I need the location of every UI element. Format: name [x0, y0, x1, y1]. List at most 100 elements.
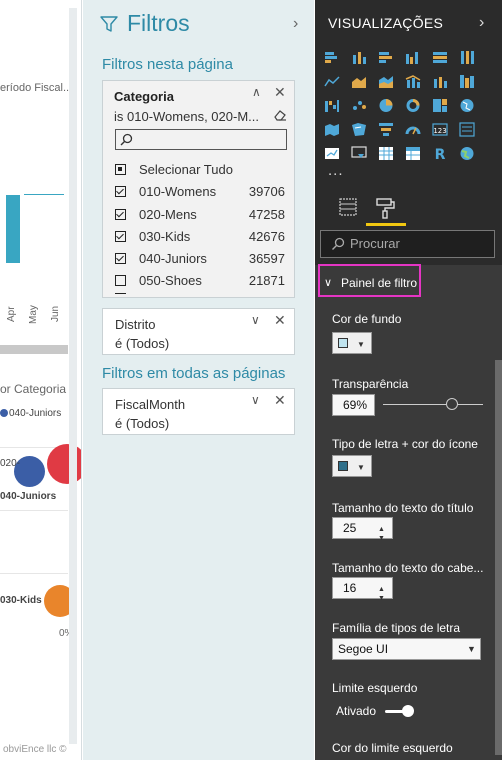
waterfall-icon[interactable] — [324, 98, 340, 113]
area-chart-icon[interactable] — [351, 74, 367, 89]
more-visuals-icon[interactable]: ... — [328, 162, 344, 179]
kpi-icon[interactable] — [324, 146, 340, 161]
chevron-down-icon[interactable]: ∨ — [324, 276, 332, 289]
transparency-label: Transparência — [332, 377, 409, 391]
checkbox-checked[interactable] — [115, 185, 126, 197]
fields-tab-icon[interactable] — [339, 198, 357, 216]
transparency-input[interactable]: 69% — [332, 394, 375, 416]
funnel-chart-icon[interactable] — [378, 122, 394, 137]
ribbon-chart-icon[interactable] — [459, 74, 475, 89]
close-icon[interactable]: ✕ — [274, 392, 286, 409]
checkbox-checked[interactable] — [115, 230, 126, 242]
option-count: 21871 — [248, 272, 285, 288]
table-icon[interactable] — [378, 146, 394, 161]
visual-type-gallery: 123 R — [324, 50, 478, 163]
clustered-bar-icon[interactable] — [378, 50, 394, 65]
filled-map-icon[interactable] — [324, 122, 340, 137]
filter-card-fiscalmonth[interactable]: FiscalMonth ∨ ✕ é (Todos) — [102, 388, 295, 435]
checkbox-cut-off — [115, 293, 126, 296]
line-chart-icon[interactable] — [324, 74, 340, 89]
left-border-label: Limite esquerdo — [332, 681, 418, 695]
gauge-icon[interactable] — [405, 122, 421, 137]
header-text-size-stepper[interactable]: 16 ▲ ▼ — [332, 577, 393, 602]
scatter-icon[interactable] — [351, 98, 367, 113]
close-icon[interactable]: ✕ — [274, 312, 286, 329]
header-text-size-label: Tamanho do texto do cabe... — [332, 561, 484, 575]
donut-icon[interactable] — [405, 98, 421, 113]
bubble-label-020: 020- — [0, 458, 21, 469]
format-search-input[interactable] — [320, 230, 495, 258]
r-script-icon[interactable]: R — [432, 146, 448, 163]
slicer-icon[interactable] — [351, 146, 367, 161]
shape-map-icon[interactable] — [351, 122, 367, 137]
legend-dot-icon — [0, 409, 8, 417]
legend-item: 040-Juniors — [0, 408, 61, 419]
panel-header-label[interactable]: Painel de filtro — [341, 276, 417, 290]
chart-horizontal-scrollbar[interactable] — [0, 345, 68, 354]
filter-search-input[interactable] — [115, 129, 287, 150]
option-count: 39706 — [248, 183, 285, 199]
canvas-vertical-scrollbar[interactable] — [69, 8, 77, 744]
collapse-chevron-up-icon[interactable]: ∧ — [252, 85, 261, 99]
treemap-icon[interactable] — [432, 98, 448, 113]
globe-icon[interactable] — [459, 146, 475, 161]
collapse-chevron-icon[interactable]: › — [479, 14, 484, 32]
map-icon[interactable] — [459, 98, 475, 113]
eraser-icon[interactable] — [273, 108, 287, 122]
stacked-bar-icon[interactable] — [324, 50, 340, 65]
font-color-picker[interactable]: ▼ — [332, 455, 372, 477]
100-stacked-bar-icon[interactable] — [432, 50, 448, 65]
option-label: Selecionar Tudo — [139, 161, 233, 177]
background-color-picker[interactable]: ▼ — [332, 332, 372, 354]
checkbox-unchecked[interactable] — [115, 274, 126, 286]
chart-bar[interactable] — [6, 195, 20, 263]
format-paint-roller-icon[interactable] — [374, 196, 398, 220]
title-text-size-stepper[interactable]: 25 ▲ ▼ — [332, 517, 393, 542]
checkbox-checked[interactable] — [115, 208, 126, 220]
collapse-chevron-icon[interactable]: › — [293, 15, 298, 33]
filter-option-030-kids[interactable]: 030-Kids 42676 — [115, 226, 285, 246]
section-page-filters: Filtros nesta página — [102, 56, 233, 73]
100-stacked-column-icon[interactable] — [459, 50, 475, 65]
filters-title: Filtros — [127, 10, 190, 36]
filter-card-distrito[interactable]: Distrito ∨ ✕ é (Todos) — [102, 308, 295, 355]
option-label: 030-Kids — [139, 228, 191, 244]
expand-chevron-down-icon[interactable]: ∨ — [251, 313, 260, 327]
close-icon[interactable]: ✕ — [274, 84, 286, 101]
multi-row-card-icon[interactable] — [459, 122, 475, 137]
line-column-icon[interactable] — [405, 74, 421, 89]
matrix-icon[interactable] — [405, 146, 421, 161]
line-stacked-column-icon[interactable] — [432, 74, 448, 89]
gridline — [0, 573, 68, 574]
filter-option-050-shoes[interactable]: 050-Shoes 21871 — [115, 270, 285, 290]
transparency-slider-thumb[interactable] — [446, 398, 458, 410]
font-family-select[interactable]: Segoe UI ▼ — [332, 638, 481, 660]
stacked-area-icon[interactable] — [378, 74, 394, 89]
pie-icon[interactable] — [378, 98, 394, 113]
stacked-column-icon[interactable] — [351, 50, 367, 65]
option-label: 010-Womens — [139, 183, 217, 199]
card-icon[interactable]: 123 — [432, 122, 448, 137]
format-pane-scrollbar[interactable] — [495, 360, 502, 755]
stepper-down-icon[interactable]: ▼ — [378, 529, 385, 549]
transparency-slider-track[interactable] — [383, 404, 483, 405]
stepper-value: 25 — [343, 521, 357, 535]
checkbox-checked[interactable] — [115, 252, 126, 264]
option-count: 47258 — [248, 206, 285, 222]
filters-pane: Filtros › Filtros nesta página Categoria… — [83, 0, 314, 760]
expand-chevron-down-icon[interactable]: ∨ — [251, 393, 260, 407]
search-placeholder: Procurar — [350, 236, 400, 251]
section-all-pages-filters: Filtros em todas as páginas — [102, 365, 286, 382]
visualizations-pane: VISUALIZAÇÕES › 123 R ... Procurar ∨ Pai… — [315, 0, 502, 760]
clustered-column-icon[interactable] — [405, 50, 421, 65]
filter-option-020-mens[interactable]: 020-Mens 47258 — [115, 204, 285, 224]
checkbox-partial[interactable] — [115, 163, 126, 175]
filter-option-010-womens[interactable]: 010-Womens 39706 — [115, 181, 285, 201]
stepper-down-icon[interactable]: ▼ — [378, 589, 385, 609]
left-border-toggle-thumb[interactable] — [402, 705, 414, 717]
filter-option-040-juniors[interactable]: 040-Juniors 36597 — [115, 248, 285, 268]
filter-card-categoria[interactable]: Categoria ∧ ✕ is 010-Womens, 020-M... Se… — [102, 80, 295, 298]
filter-option-select-all[interactable]: Selecionar Tudo — [115, 159, 285, 179]
filter-card-title: Distrito — [115, 317, 156, 332]
svg-text:123: 123 — [433, 127, 446, 135]
